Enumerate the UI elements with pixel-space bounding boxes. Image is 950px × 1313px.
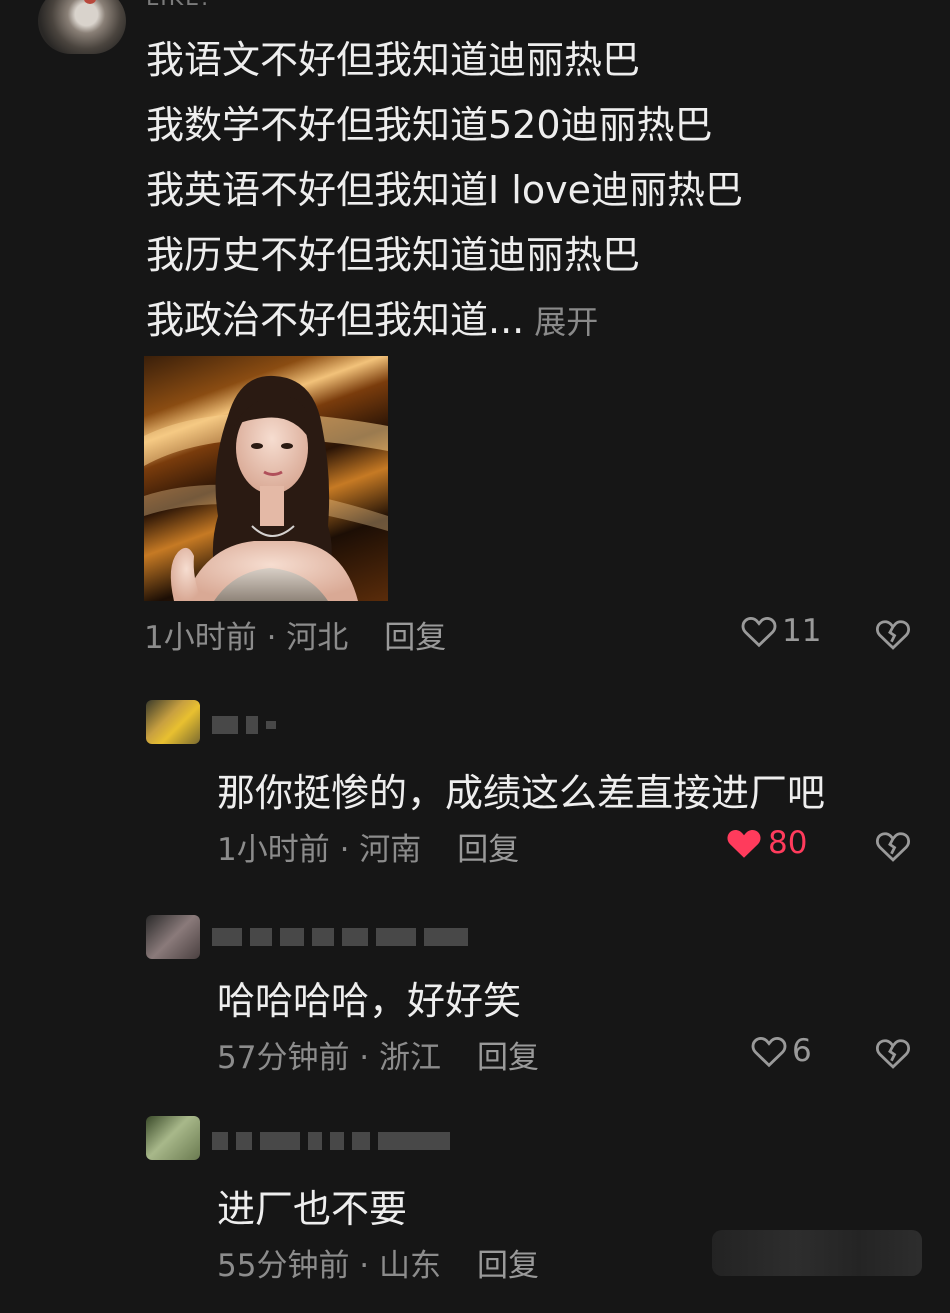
dislike-button[interactable] xyxy=(874,829,912,867)
reply-username-redacted xyxy=(212,714,276,736)
comment-image[interactable] xyxy=(144,356,388,601)
reply-button[interactable]: 回复 xyxy=(384,620,446,656)
reply-button[interactable]: 回复 xyxy=(457,832,519,868)
heart-icon xyxy=(751,1037,787,1068)
reply-meta: 1小时前 · 河南 回复 xyxy=(217,824,519,869)
heart-filled-icon xyxy=(727,830,761,858)
time-location: 55分钟前 · 山东 xyxy=(217,1248,442,1284)
comment-meta: 1小时前 · 河北 回复 xyxy=(144,612,446,657)
time-location: 57分钟前 · 浙江 xyxy=(217,1040,442,1076)
broken-heart-icon xyxy=(876,1039,910,1069)
reply-button[interactable]: 回复 xyxy=(477,1248,539,1284)
dislike-button[interactable] xyxy=(874,1036,912,1074)
comment-line: 我英语不好但我知道I love迪丽热巴 xyxy=(146,168,743,212)
comment-thread: LIKE. 我语文不好但我知道迪丽热巴 我数学不好但我知道520迪丽热巴 我英语… xyxy=(0,0,950,1313)
time-location: 1小时前 · 河北 xyxy=(144,620,349,656)
like-button[interactable]: 80 xyxy=(724,825,807,861)
avatar[interactable] xyxy=(38,0,126,54)
comment-line: 我历史不好但我知道迪丽热巴 xyxy=(146,233,641,277)
comment-body: 我语文不好但我知道迪丽热巴 我数学不好但我知道520迪丽热巴 我英语不好但我知道… xyxy=(146,28,906,355)
reply-button[interactable]: 回复 xyxy=(477,1040,539,1076)
reply-avatar[interactable] xyxy=(146,915,200,959)
reply-meta: 57分钟前 · 浙江 回复 xyxy=(217,1032,539,1077)
comment-line: 我数学不好但我知道520迪丽热巴 xyxy=(146,103,713,147)
reply-avatar[interactable] xyxy=(146,1116,200,1160)
broken-heart-icon xyxy=(876,620,910,650)
like-button[interactable]: 6 xyxy=(750,1033,812,1069)
username[interactable]: LIKE. xyxy=(146,0,210,11)
comment-line-text: 我政治不好但我知道... xyxy=(146,298,525,342)
reply-username-redacted xyxy=(212,1130,450,1152)
heart-icon xyxy=(741,617,777,648)
like-button[interactable]: 11 xyxy=(740,613,821,649)
like-count: 11 xyxy=(782,613,822,649)
broken-heart-icon xyxy=(876,832,910,862)
time-location: 1小时前 · 河南 xyxy=(217,832,422,868)
watermark xyxy=(712,1230,922,1276)
reply-meta: 55分钟前 · 山东 回复 xyxy=(217,1240,539,1285)
comment-line-last: 我政治不好但我知道... 展开 xyxy=(146,288,906,355)
avatar-detail xyxy=(84,0,96,4)
reply-text: 进厂也不要 xyxy=(217,1187,408,1231)
expand-link[interactable]: 展开 xyxy=(534,303,598,341)
comment-line: 我语文不好但我知道迪丽热巴 xyxy=(146,38,641,82)
like-count: 6 xyxy=(792,1033,812,1069)
reply-text: 哈哈哈哈，好好笑 xyxy=(217,979,522,1023)
portrait-illustration xyxy=(144,375,388,601)
dislike-button[interactable] xyxy=(874,617,912,655)
reply-avatar[interactable] xyxy=(146,700,200,744)
reply-username-redacted xyxy=(212,926,468,948)
like-count: 80 xyxy=(768,825,808,861)
reply-text: 那你挺惨的，成绩这么差直接进厂吧 xyxy=(217,771,826,815)
